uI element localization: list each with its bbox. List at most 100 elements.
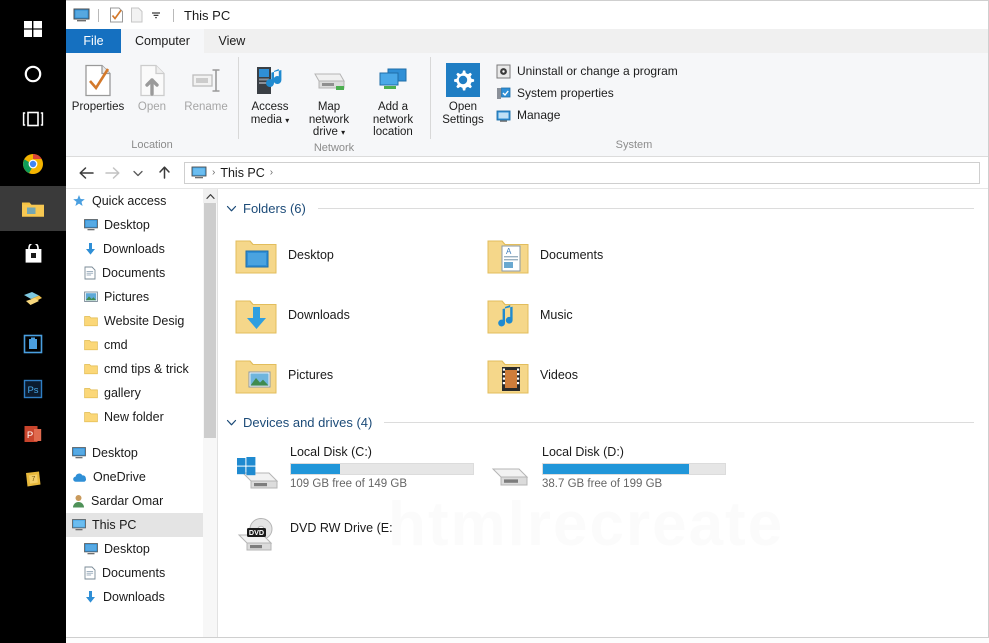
computer-icon: [72, 519, 86, 531]
nav-item-documents[interactable]: Documents: [66, 561, 217, 585]
properties-button[interactable]: Properties: [72, 59, 124, 116]
task-view-icon: [22, 111, 44, 126]
chevron-down-icon[interactable]: [226, 203, 237, 214]
forward-button[interactable]: [100, 161, 124, 185]
rename-button[interactable]: Rename: [180, 59, 232, 116]
folder-icon: [84, 340, 98, 351]
nav-item-label: Desktop: [104, 542, 150, 556]
folder-tile[interactable]: Pictures: [234, 345, 486, 405]
tab-computer[interactable]: Computer: [121, 29, 204, 53]
start-button[interactable]: [0, 6, 66, 51]
nav-item-label: cmd: [104, 338, 128, 352]
nav-item-website-desig[interactable]: Website Desig: [66, 309, 217, 333]
nav-item-onedrive[interactable]: OneDrive: [66, 465, 217, 489]
pictures-icon: [84, 291, 98, 302]
navigation-scrollbar[interactable]: [203, 189, 217, 637]
folder-app-button[interactable]: 7: [0, 456, 66, 501]
map-network-drive-button[interactable]: Map network drive ▾: [298, 59, 360, 142]
explorer-body: Quick access Desktop Downloads Documents …: [66, 189, 988, 637]
computer-icon: [191, 166, 207, 179]
chevron-up-icon: [205, 193, 215, 199]
add-network-location-button[interactable]: Add a network location: [362, 59, 424, 141]
breadcrumb-bar[interactable]: › This PC ›: [184, 161, 980, 184]
drive-usage-fill: [291, 464, 341, 474]
microsoft-store-button[interactable]: [0, 231, 66, 276]
uninstall-program-button[interactable]: Uninstall or change a program: [492, 61, 682, 81]
folder-tile[interactable]: A Documents: [486, 225, 738, 285]
nav-item-desktop[interactable]: Desktop: [66, 213, 217, 237]
photoshop-button[interactable]: Ps: [0, 366, 66, 411]
folder-tile[interactable]: Music: [486, 285, 738, 345]
folder-desktop-icon: [235, 240, 277, 274]
nav-item-this-pc[interactable]: This PC: [66, 513, 217, 537]
access-media-button[interactable]: Access media ▾: [244, 59, 296, 129]
open-label: Open: [137, 101, 167, 113]
nav-item-downloads[interactable]: Downloads: [66, 237, 217, 261]
nav-item-label: gallery: [104, 386, 141, 400]
task-view-button[interactable]: [0, 96, 66, 141]
tab-file[interactable]: File: [66, 29, 121, 53]
nav-item-quick-access[interactable]: Quick access: [66, 189, 217, 213]
add-network-location-label: Add a network location: [372, 101, 414, 138]
nav-item-gallery[interactable]: gallery: [66, 381, 217, 405]
nav-item-cmd-tips-trick[interactable]: cmd tips & trick: [66, 357, 217, 381]
sticky-notes-button[interactable]: [0, 276, 66, 321]
folder-tile[interactable]: Videos: [486, 345, 738, 405]
nav-item-desktop[interactable]: Desktop: [66, 537, 217, 561]
qat-customize-button[interactable]: [146, 5, 166, 25]
drive-tile[interactable]: DVD DVD RW Drive (E:): [234, 503, 486, 565]
chevron-down-icon[interactable]: [226, 417, 237, 428]
system-properties-icon: [497, 87, 511, 99]
drive-tile[interactable]: Local Disk (C:) 109 GB free of 149 GB: [234, 441, 486, 503]
open-settings-label: Open Settings: [442, 101, 484, 126]
qat-computer-button[interactable]: [71, 5, 91, 25]
qat-properties-button[interactable]: [106, 5, 126, 25]
open-settings-button[interactable]: Open Settings: [440, 59, 486, 128]
powerpoint-button[interactable]: P: [0, 411, 66, 456]
tab-view[interactable]: View: [203, 29, 260, 53]
notes-icon: [24, 291, 42, 305]
app-button[interactable]: [0, 321, 66, 366]
nav-item-desktop[interactable]: Desktop: [66, 441, 217, 465]
back-button[interactable]: [74, 161, 98, 185]
qat-new-folder-button[interactable]: [126, 5, 146, 25]
folder-tile-label: Desktop: [288, 248, 334, 262]
folder-tile[interactable]: Desktop: [234, 225, 486, 285]
windows-logo-icon: [24, 20, 42, 37]
nav-item-downloads[interactable]: Downloads: [66, 585, 217, 609]
nav-item-documents[interactable]: Documents: [66, 261, 217, 285]
chrome-button[interactable]: [0, 141, 66, 186]
nav-item-pictures[interactable]: Pictures: [66, 285, 217, 309]
map-drive-icon: [310, 61, 348, 99]
map-drive-label: Map network drive ▾: [308, 101, 350, 138]
up-button[interactable]: [152, 161, 176, 185]
file-explorer-button[interactable]: [0, 186, 66, 231]
system-properties-button[interactable]: System properties: [492, 83, 682, 103]
desktop-icon: [72, 447, 86, 459]
nav-item-label: Desktop: [92, 446, 138, 460]
cortana-button[interactable]: [0, 51, 66, 96]
nav-item-sardar-omar[interactable]: Sardar Omar: [66, 489, 217, 513]
folder-tile[interactable]: Downloads: [234, 285, 486, 345]
recent-locations-button[interactable]: [126, 161, 150, 185]
open-button[interactable]: Open: [126, 59, 178, 116]
breadcrumb-separator-end[interactable]: ›: [270, 167, 273, 178]
nav-item-new-folder[interactable]: New folder: [66, 405, 217, 429]
navigation-list: Quick access Desktop Downloads Documents …: [66, 189, 217, 609]
dvd-drive-icon: DVD: [237, 518, 273, 551]
scroll-up-button[interactable]: [203, 189, 217, 203]
breadcrumb-this-pc[interactable]: This PC: [220, 166, 264, 180]
drive-free-space: 109 GB free of 149 GB: [290, 478, 407, 490]
drives-section-header[interactable]: Devices and drives (4): [218, 411, 988, 433]
nav-item-cmd[interactable]: cmd: [66, 333, 217, 357]
drive-tile[interactable]: Local Disk (D:) 38.7 GB free of 199 GB: [486, 441, 738, 503]
ribbon-group-location: Properties Open Rename Location: [66, 53, 238, 157]
folders-section-header[interactable]: Folders (6): [218, 197, 988, 219]
folder-icon: [84, 412, 98, 423]
tabstrip-filler: [259, 29, 988, 53]
manage-button[interactable]: Manage: [492, 105, 682, 125]
folder-documents-icon: A: [486, 233, 530, 277]
window-title: This PC: [184, 7, 231, 23]
desktop-icon: [84, 543, 98, 555]
scrollbar-thumb[interactable]: [204, 203, 216, 438]
